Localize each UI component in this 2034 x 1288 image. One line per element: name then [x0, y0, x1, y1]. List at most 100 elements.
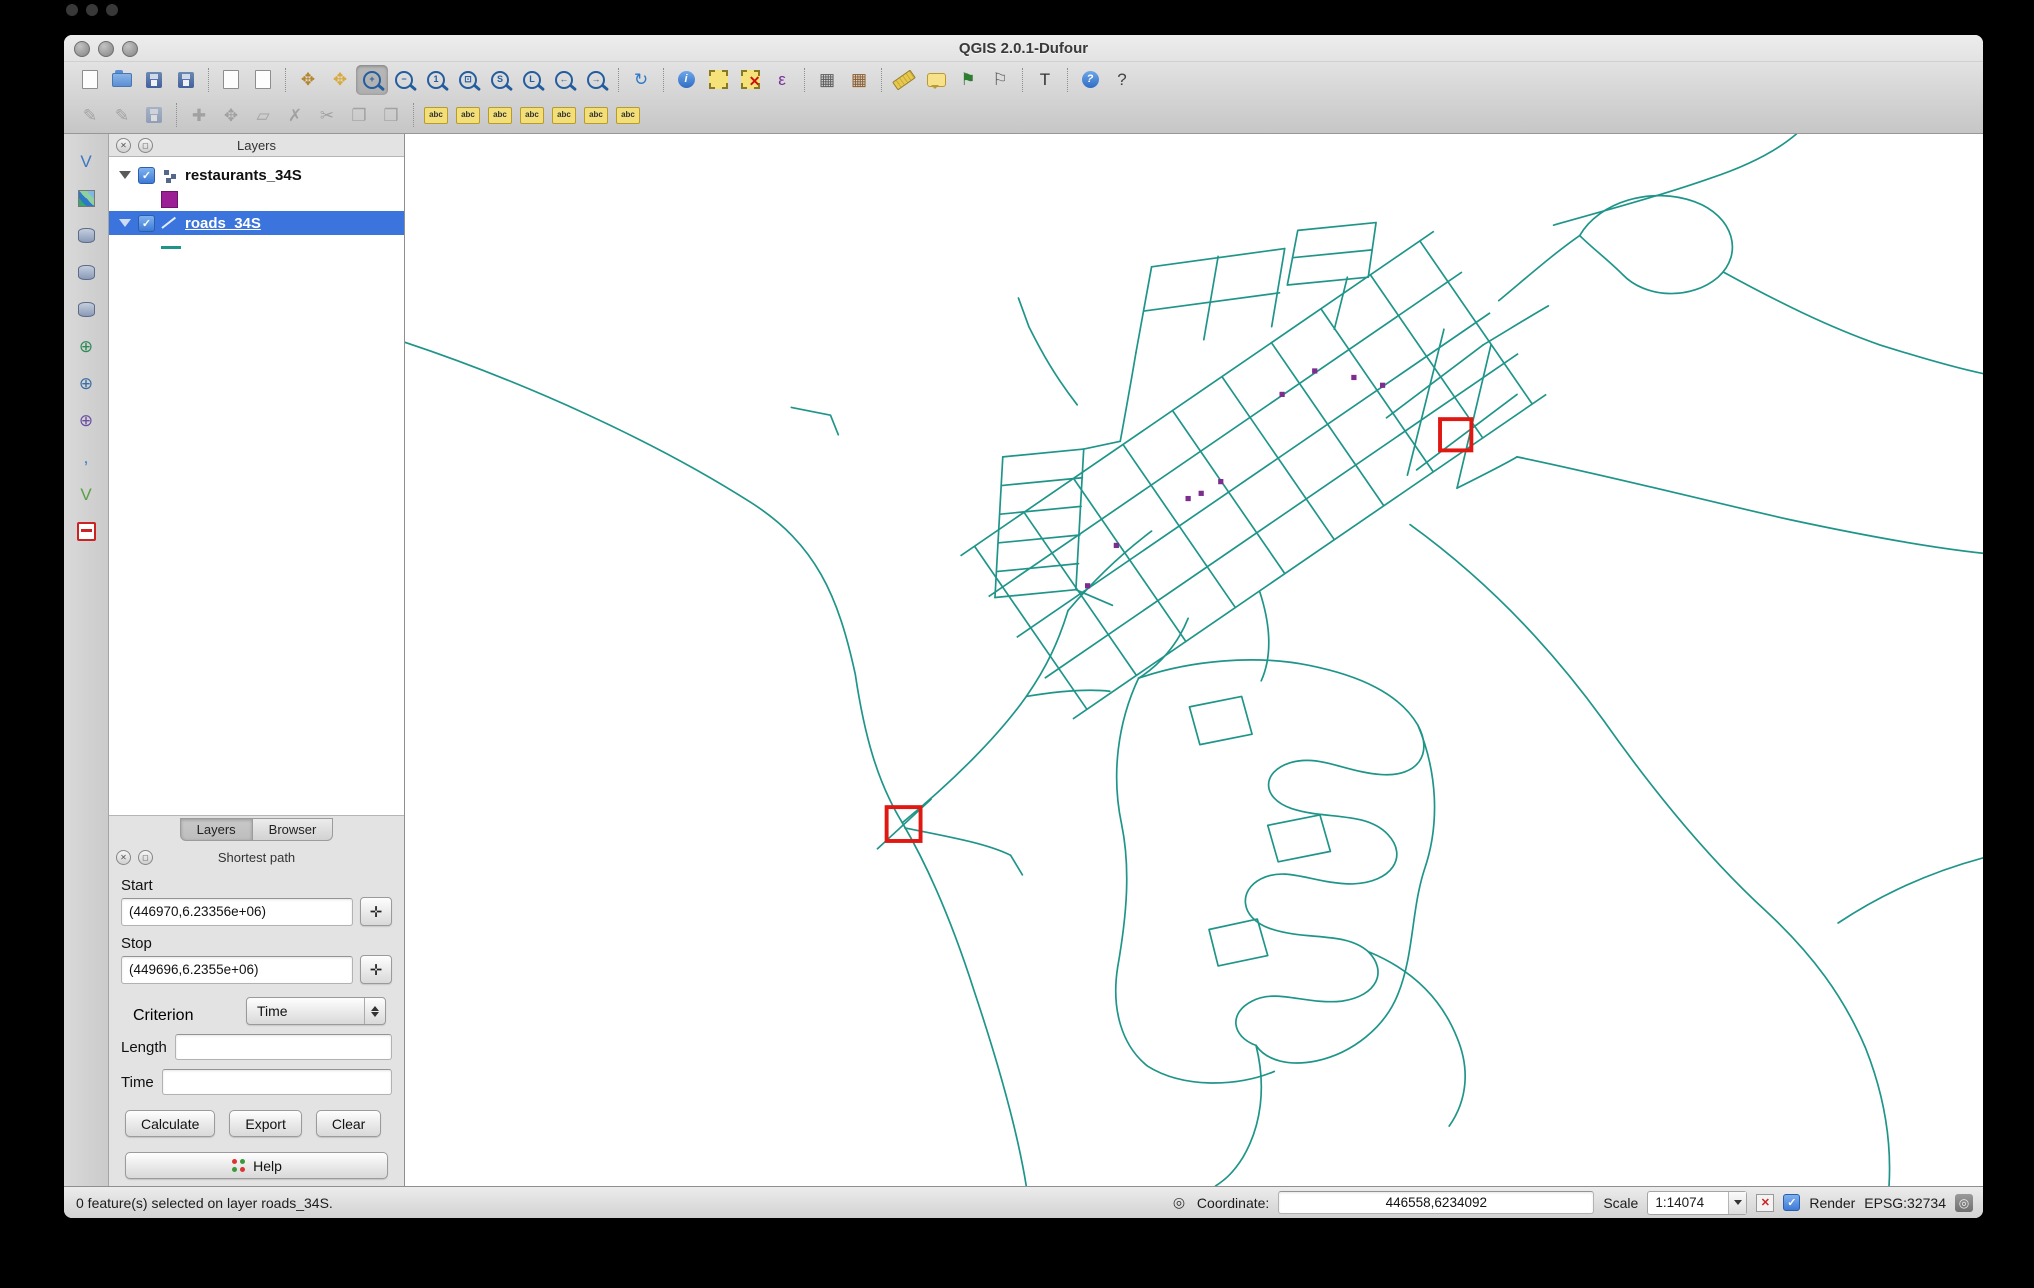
show-bookmarks-button[interactable]: ⚐: [984, 65, 1016, 95]
zoom-last-button[interactable]: ←: [548, 65, 580, 95]
help-contents-button[interactable]: ?: [1074, 65, 1106, 95]
zoom-full-button[interactable]: ⊡: [452, 65, 484, 95]
select-by-expression-button[interactable]: ε: [766, 65, 798, 95]
save-layer-edits-button[interactable]: [138, 100, 170, 130]
panel-float-icon[interactable]: [138, 138, 153, 153]
pan-map-button[interactable]: ✥: [292, 65, 324, 95]
capture-stop-point-button[interactable]: ✛: [360, 955, 392, 984]
pin-labels-button[interactable]: abc: [452, 100, 484, 130]
layer-visibility-checkbox[interactable]: [138, 167, 155, 184]
tab-browser[interactable]: Browser: [253, 818, 334, 841]
panel-close-icon[interactable]: [116, 138, 131, 153]
highlight-pinned-labels-button[interactable]: abc: [484, 100, 516, 130]
open-attribute-table-button[interactable]: ▦: [811, 65, 843, 95]
map-canvas[interactable]: [405, 134, 1983, 1186]
calculate-button[interactable]: Calculate: [125, 1110, 215, 1137]
add-raster-layer-button[interactable]: [70, 183, 102, 213]
move-feature-button[interactable]: ✥: [215, 100, 247, 130]
whats-this-button[interactable]: ?: [1106, 65, 1138, 95]
crs-status-icon[interactable]: ◎: [1955, 1194, 1973, 1212]
add-wcs-layer-button[interactable]: ⊕: [70, 368, 102, 398]
toggle-editing-button[interactable]: ✎: [106, 100, 138, 130]
layer-tree[interactable]: restaurants_34S roads_34S: [109, 156, 404, 816]
capture-start-point-button[interactable]: ✛: [360, 897, 392, 926]
zoom-to-selection-button[interactable]: S: [484, 65, 516, 95]
move-label-button[interactable]: abc: [548, 100, 580, 130]
node-tool-button[interactable]: ▱: [247, 100, 279, 130]
coordinate-input[interactable]: [1278, 1191, 1594, 1214]
road-feature: [989, 272, 1462, 596]
refresh-map-button[interactable]: ↻: [625, 65, 657, 95]
labeling-button[interactable]: abc: [420, 100, 452, 130]
new-bookmark-button[interactable]: ⚑: [952, 65, 984, 95]
tab-layers[interactable]: Layers: [180, 818, 253, 841]
pan-to-selection-button[interactable]: ✥: [324, 65, 356, 95]
copy-features-button[interactable]: ❐: [343, 100, 375, 130]
current-edits-button[interactable]: ✎: [74, 100, 106, 130]
new-shapefile-layer-button[interactable]: V: [70, 479, 102, 509]
clear-button[interactable]: Clear: [316, 1110, 381, 1137]
layer-visibility-checkbox[interactable]: [138, 215, 155, 232]
text-annotation-button[interactable]: T: [1029, 65, 1061, 95]
remove-layer-button[interactable]: [70, 516, 102, 546]
add-wms-layer-button[interactable]: ⊕: [70, 331, 102, 361]
paste-features-button[interactable]: ❒: [375, 100, 407, 130]
background-window-control: [86, 4, 98, 16]
select-by-expression-icon: ε: [778, 71, 786, 88]
add-vector-layer-button[interactable]: V: [70, 146, 102, 176]
composer-manager-button[interactable]: [247, 65, 279, 95]
length-field[interactable]: [175, 1034, 392, 1060]
open-project-button[interactable]: [106, 65, 138, 95]
stop-render-icon[interactable]: ✕: [1756, 1194, 1774, 1212]
zoom-button[interactable]: [122, 41, 138, 57]
coordinate-toggle-icon[interactable]: ◎: [1170, 1194, 1188, 1212]
measure-line-button[interactable]: [888, 65, 920, 95]
deselect-features-button[interactable]: ✕: [734, 65, 766, 95]
export-button[interactable]: Export: [229, 1110, 301, 1137]
stop-input[interactable]: [121, 956, 353, 984]
expander-icon[interactable]: [119, 219, 131, 227]
start-input[interactable]: [121, 898, 353, 926]
add-feature-button[interactable]: ✚: [183, 100, 215, 130]
zoom-to-layer-button[interactable]: L: [516, 65, 548, 95]
save-project-as-button[interactable]: [170, 65, 202, 95]
add-mssql-layer-button[interactable]: [70, 294, 102, 324]
field-calculator-button[interactable]: ▦: [843, 65, 875, 95]
scale-combo[interactable]: 1:14074: [1647, 1191, 1747, 1215]
add-delimited-text-layer-button[interactable]: ,: [70, 442, 102, 472]
render-checkbox[interactable]: [1783, 1194, 1800, 1211]
expander-icon[interactable]: [119, 171, 131, 179]
time-field[interactable]: [162, 1069, 392, 1095]
show-hide-labels-button[interactable]: abc: [516, 100, 548, 130]
zoom-native-button[interactable]: 1: [420, 65, 452, 95]
delete-selected-button[interactable]: ✗: [279, 100, 311, 130]
road-feature: [1321, 309, 1433, 472]
layer-row-roads_34S[interactable]: roads_34S: [109, 211, 404, 235]
criterion-select[interactable]: Time: [246, 997, 386, 1025]
titlebar[interactable]: QGIS 2.0.1-Dufour: [64, 35, 1983, 62]
add-postgis-layer-button[interactable]: [70, 220, 102, 250]
add-wfs-layer-button[interactable]: ⊕: [70, 405, 102, 435]
new-project-button[interactable]: [74, 65, 106, 95]
road-feature: [1017, 313, 1490, 637]
rotate-label-button[interactable]: abc: [580, 100, 612, 130]
panel-float-icon[interactable]: [138, 850, 153, 865]
save-project-button[interactable]: [138, 65, 170, 95]
identify-features-button[interactable]: i: [670, 65, 702, 95]
close-button[interactable]: [74, 41, 90, 57]
zoom-in-button[interactable]: +: [356, 65, 388, 95]
zoom-next-button[interactable]: →: [580, 65, 612, 95]
map-tips-button[interactable]: [920, 65, 952, 95]
minimize-button[interactable]: [98, 41, 114, 57]
zoom-out-button[interactable]: −: [388, 65, 420, 95]
cut-features-button[interactable]: ✂: [311, 100, 343, 130]
map-area: [405, 134, 1983, 1186]
change-label-properties-button[interactable]: abc: [612, 100, 644, 130]
new-composer-button[interactable]: [215, 65, 247, 95]
help-button[interactable]: Help: [125, 1152, 388, 1179]
panel-close-icon[interactable]: [116, 850, 131, 865]
select-features-button[interactable]: [702, 65, 734, 95]
layer-row-restaurants_34S[interactable]: restaurants_34S: [109, 163, 404, 187]
add-spatialite-layer-button[interactable]: [70, 257, 102, 287]
dropdown-arrow-icon[interactable]: [1728, 1192, 1746, 1214]
